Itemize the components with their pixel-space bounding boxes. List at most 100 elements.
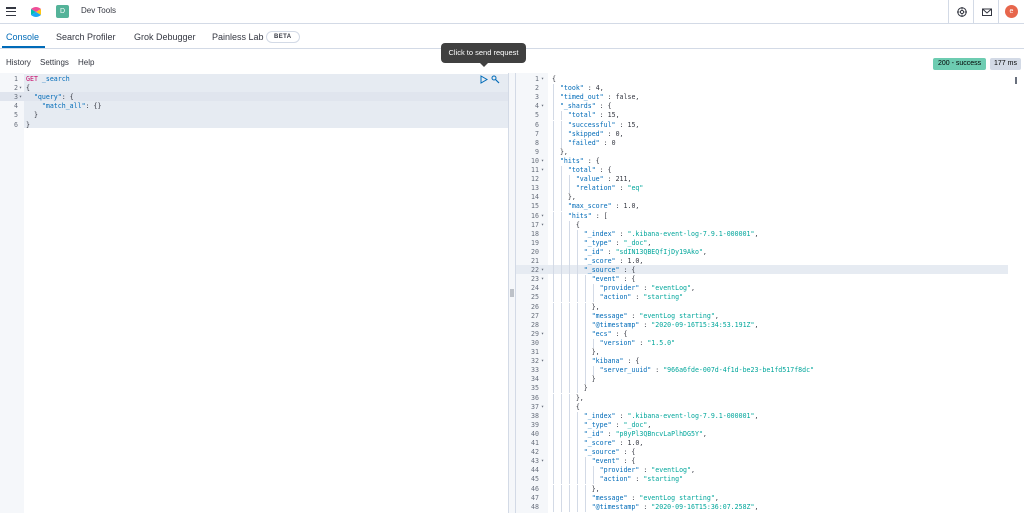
- line-number: 5: [14, 111, 18, 120]
- response-time-badge: 177 ms: [990, 58, 1021, 70]
- response-line: "_index" : ".kibana-event-log-7.9.1-0000…: [583, 411, 759, 420]
- fold-toggle-icon[interactable]: ▾: [19, 93, 25, 102]
- fold-toggle-icon[interactable]: ▾: [541, 357, 547, 366]
- line-number: 17: [531, 220, 539, 229]
- request-line: "match_all": {}: [41, 102, 102, 111]
- line-number: 43: [531, 457, 539, 466]
- response-line: },: [552, 147, 568, 156]
- send-request-tooltip: Click to send request: [441, 43, 526, 63]
- active-tab-indicator: [2, 46, 45, 48]
- line-number: 45: [531, 475, 539, 484]
- line-number: 31: [531, 348, 539, 356]
- response-line: "kibana" : {: [591, 357, 640, 366]
- tab-search-profiler[interactable]: Search Profiler: [56, 32, 116, 42]
- line-number: 42: [531, 448, 539, 457]
- scroll-indicator[interactable]: [1013, 75, 1019, 85]
- tab-painless-lab[interactable]: Painless Lab: [212, 32, 264, 42]
- response-line: "relation" : "eq": [575, 184, 644, 193]
- settings-link[interactable]: Settings: [40, 58, 69, 67]
- line-number: 38: [531, 411, 539, 420]
- space-avatar[interactable]: D: [56, 5, 69, 18]
- request-line: {: [26, 84, 30, 93]
- line-number: 36: [531, 393, 539, 402]
- line-number: 46: [531, 484, 539, 493]
- fold-toggle-icon[interactable]: ▾: [541, 266, 547, 275]
- request-editor[interactable]: 1 GET _search 2 ▾{3 ▾ "query": {4 "match_all…: [0, 73, 508, 513]
- fold-toggle-icon[interactable]: ▾: [541, 212, 547, 221]
- header-divider: [948, 0, 949, 24]
- status-badge: 200 - success: [933, 58, 987, 70]
- breadcrumb: Dev Tools: [81, 6, 116, 15]
- response-output[interactable]: 1 ▾{2 "took" : 4, 3 "timed_out" : false, 4 ▾…: [516, 73, 1024, 513]
- response-line: "took" : 4,: [559, 84, 604, 93]
- response-line: "successful" : 15,: [567, 120, 640, 129]
- response-line: "_type" : "_doc",: [583, 238, 652, 247]
- response-line: "_score" : 1.0,: [583, 439, 644, 447]
- history-link[interactable]: History: [6, 58, 31, 67]
- fold-toggle-icon[interactable]: ▾: [541, 166, 547, 175]
- line-number: 2: [14, 84, 18, 93]
- response-line: "_id" : "p0yPl3QBncvLaPlhDG5Y",: [583, 429, 707, 438]
- response-line: "server_uuid" : "966a6fde-007d-4f1d-be23…: [599, 366, 815, 375]
- response-line: "@timestamp" : "2020-09-16T15:34:53.191Z…: [591, 320, 759, 329]
- response-line: "provider" : "eventLog",: [599, 466, 695, 475]
- line-number: 13: [531, 184, 539, 193]
- fold-toggle-icon[interactable]: ▾: [541, 330, 547, 339]
- request-line: GET _search: [26, 75, 70, 84]
- beta-badge: BETA: [266, 31, 300, 43]
- fold-toggle-icon[interactable]: ▾: [541, 221, 547, 230]
- fold-toggle-icon[interactable]: ▾: [541, 275, 547, 284]
- line-number: 6: [535, 120, 539, 129]
- response-line: "total" : 15,: [567, 111, 620, 120]
- response-line: "message" : "eventLog starting",: [591, 311, 719, 320]
- response-line: "total" : {: [567, 166, 612, 174]
- response-line: "_source" : {: [583, 448, 636, 457]
- elastic-logo-icon[interactable]: [28, 4, 44, 20]
- fold-toggle-icon[interactable]: ▾: [541, 75, 547, 84]
- response-line: "action" : "starting": [599, 293, 684, 302]
- send-request-icon[interactable]: [479, 75, 488, 84]
- fold-toggle-icon[interactable]: ▾: [541, 102, 547, 111]
- fold-toggle-icon[interactable]: ▾: [541, 157, 547, 166]
- line-number: 16: [531, 211, 539, 220]
- drag-handle-icon[interactable]: [510, 289, 514, 297]
- help-link[interactable]: Help: [78, 58, 94, 67]
- fold-toggle-icon[interactable]: ▾: [541, 457, 547, 466]
- tab-grok-debugger[interactable]: Grok Debugger: [134, 32, 196, 42]
- line-number: 37: [531, 402, 539, 411]
- line-number: 8: [535, 138, 539, 147]
- response-line: "_source" : {: [583, 266, 636, 275]
- user-avatar[interactable]: e: [1005, 5, 1018, 18]
- line-number: 30: [531, 338, 539, 347]
- help-icon[interactable]: [955, 5, 969, 19]
- line-number: 27: [531, 311, 539, 320]
- menu-icon[interactable]: [6, 7, 16, 17]
- response-line: },: [552, 302, 600, 311]
- line-number: 1: [14, 75, 18, 83]
- wrench-icon[interactable]: [491, 75, 500, 84]
- line-number: 18: [531, 229, 539, 238]
- fold-toggle-icon[interactable]: ▾: [19, 84, 25, 93]
- mail-icon[interactable]: [980, 5, 994, 19]
- response-line: }: [552, 384, 588, 393]
- line-number: 4: [535, 102, 539, 111]
- response-line: },: [552, 393, 584, 402]
- line-number: 12: [531, 175, 539, 184]
- request-line: }: [26, 111, 38, 120]
- line-number: 3: [535, 93, 539, 102]
- http-method: GET: [26, 75, 38, 83]
- line-number: 3: [14, 93, 18, 102]
- fold-toggle-icon[interactable]: ▾: [541, 403, 547, 412]
- line-number: 24: [531, 284, 539, 293]
- line-number: 33: [531, 366, 539, 375]
- header-divider: [973, 0, 974, 24]
- response-line: "max_score" : 1.0,: [567, 202, 640, 211]
- request-highlight: [24, 74, 508, 128]
- response-line: }: [552, 375, 596, 384]
- response-line: "message" : "eventLog starting",: [591, 493, 719, 502]
- response-line: "event" : {: [591, 275, 636, 284]
- line-number: 21: [531, 257, 539, 265]
- tab-console[interactable]: Console: [6, 32, 39, 42]
- line-number: 2: [535, 84, 539, 93]
- request-line: "query": {: [33, 93, 74, 102]
